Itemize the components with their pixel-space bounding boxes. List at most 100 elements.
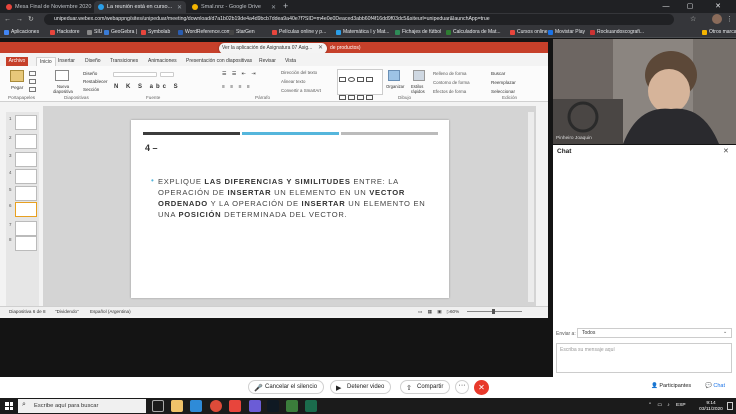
shape-effects-button[interactable]: Efectos de forma bbox=[433, 89, 466, 94]
slide-thumbnail[interactable] bbox=[15, 236, 37, 251]
taskbar-search-box[interactable]: Escribe aquí para buscar bbox=[18, 399, 146, 413]
callout-shape-icon[interactable] bbox=[348, 95, 355, 100]
slide-thumbnail[interactable] bbox=[15, 115, 37, 130]
profile-avatar[interactable] bbox=[712, 14, 722, 24]
cut-icon[interactable] bbox=[29, 71, 36, 76]
slide-thumbnail[interactable] bbox=[15, 202, 37, 217]
unmute-button[interactable]: 🎤 Cancelar el silencio bbox=[248, 380, 325, 394]
slide-thumbnail[interactable] bbox=[15, 186, 37, 201]
windows-start-icon[interactable] bbox=[5, 402, 13, 410]
align-icons[interactable]: ≡ ≡ ≡ ≡ bbox=[222, 84, 252, 90]
line-shape-icon[interactable] bbox=[357, 77, 364, 82]
status-language[interactable]: Español (Argentina) bbox=[90, 307, 131, 316]
chat-close-icon[interactable]: ✕ bbox=[723, 147, 729, 155]
slide-thumbnail[interactable] bbox=[15, 152, 37, 167]
chat-message-input[interactable]: Escriba su mensaje aquí bbox=[556, 343, 732, 373]
tab-close-icon[interactable]: ✕ bbox=[177, 4, 182, 11]
bookmark-item[interactable]: GeoGebra | bbox=[104, 26, 137, 38]
minimize-icon[interactable]: — bbox=[656, 0, 676, 13]
find-button[interactable]: Buscar bbox=[491, 71, 505, 76]
browser-tab[interactable]: Mesa Final de Noviembre 2020 ·✕ bbox=[2, 1, 92, 13]
star-icon[interactable]: ☆ bbox=[690, 13, 696, 26]
list-icons[interactable]: ☰ ☰ ⇤ ⇥ bbox=[222, 71, 258, 77]
shape-fill-button[interactable]: Relleno de forma bbox=[433, 71, 466, 76]
rectangle-shape-icon[interactable] bbox=[339, 77, 346, 82]
share-button[interactable]: ⇧ Compartir bbox=[400, 380, 451, 394]
ribbon-tab[interactable]: Diseño bbox=[85, 57, 101, 66]
send-to-select[interactable]: Todos bbox=[577, 328, 732, 338]
ribbon-tab[interactable]: Transiciones bbox=[110, 57, 138, 66]
browser-tab[interactable]: La reunión está en curso... ✕ bbox=[94, 1, 186, 13]
file-tab[interactable]: Archivo bbox=[6, 57, 28, 66]
ribbon-tab[interactable]: Insertar bbox=[58, 57, 75, 66]
bookmark-item[interactable]: WordReference.com bbox=[178, 26, 231, 38]
star-shape-icon[interactable] bbox=[357, 95, 364, 100]
slide-thumbnail[interactable] bbox=[15, 134, 37, 149]
brace-shape-icon[interactable] bbox=[366, 95, 373, 100]
powerpoint-icon[interactable] bbox=[229, 400, 241, 412]
onenote-icon[interactable] bbox=[249, 400, 261, 412]
zoom-slider-thumb[interactable] bbox=[492, 309, 495, 314]
bookmark-item[interactable]: Cursos online bbox=[510, 26, 548, 38]
font-name-select[interactable] bbox=[113, 72, 157, 77]
ribbon-tab[interactable]: Presentación con diapositivas bbox=[186, 57, 252, 66]
copy-icon[interactable] bbox=[29, 79, 36, 84]
vertical-scrollbar[interactable] bbox=[528, 112, 534, 302]
steam-icon[interactable] bbox=[267, 400, 279, 412]
edge-icon[interactable] bbox=[190, 400, 202, 412]
reset-button[interactable]: Restablecer bbox=[83, 79, 108, 84]
maximize-icon[interactable]: ▢ bbox=[680, 0, 700, 13]
replace-button[interactable]: Reemplazar bbox=[491, 80, 516, 85]
close-window-icon[interactable]: ✕ bbox=[708, 0, 728, 13]
shape-outline-button[interactable]: Contorno de forma bbox=[433, 80, 470, 85]
align-text-button[interactable]: Alinear texto bbox=[281, 79, 305, 84]
bookmark-item[interactable]: Aplicaciones bbox=[4, 26, 39, 38]
task-view-icon[interactable] bbox=[152, 400, 164, 412]
back-icon[interactable]: ← bbox=[4, 13, 11, 26]
slide-thumbnail[interactable] bbox=[15, 221, 37, 236]
tab-close-icon[interactable]: ✕ bbox=[271, 4, 276, 11]
new-slide-icon[interactable] bbox=[55, 70, 69, 81]
url-input[interactable]: unipeduar.webex.com/webappng/sites/unipe… bbox=[44, 14, 674, 25]
bookmark-item[interactable]: StarGen bbox=[229, 26, 255, 38]
taskbar-clock[interactable]: 9:14 03/11/2020 bbox=[696, 399, 726, 413]
shapes-gallery[interactable] bbox=[337, 69, 383, 100]
participants-button[interactable]: 👤 Participantes bbox=[651, 383, 691, 389]
bookmark-item[interactable]: SIU bbox=[87, 26, 102, 38]
arrange-icon[interactable] bbox=[388, 70, 400, 81]
bookmark-item[interactable]: Otros marcadores bbox=[702, 26, 736, 38]
format-painter-icon[interactable] bbox=[29, 87, 36, 92]
forward-icon[interactable]: → bbox=[16, 13, 23, 26]
bookmark-item[interactable]: Matemática I y Mat... bbox=[336, 26, 389, 38]
more-options-button[interactable]: ··· bbox=[455, 380, 469, 394]
layout-button[interactable]: Diseño bbox=[83, 71, 97, 76]
view-buttons-icons[interactable]: ▭ ▦ ▣ ▷ bbox=[418, 307, 452, 316]
section-button[interactable]: Sección bbox=[83, 87, 99, 92]
new-tab-button[interactable]: + bbox=[283, 1, 288, 11]
triangle-shape-icon[interactable] bbox=[339, 95, 346, 100]
ribbon-tab[interactable]: Revisar bbox=[259, 57, 276, 66]
bookmark-item[interactable]: Hackstore bbox=[50, 26, 80, 38]
stop-video-button[interactable]: ▶ Detener video bbox=[330, 380, 392, 394]
bookmark-item[interactable]: Symbolab bbox=[141, 26, 170, 38]
file-explorer-icon[interactable] bbox=[171, 400, 183, 412]
bookmark-item[interactable]: Calculadora de Mat... bbox=[446, 26, 501, 38]
oval-shape-icon[interactable] bbox=[348, 77, 355, 82]
quick-styles-icon[interactable] bbox=[413, 70, 425, 81]
arrow-shape-icon[interactable] bbox=[366, 77, 373, 82]
slide-thumbnail[interactable] bbox=[15, 169, 37, 184]
bookmark-item[interactable]: Películas online y p... bbox=[272, 26, 326, 38]
chat-toggle-button[interactable]: 💬 Chat bbox=[705, 383, 725, 389]
bookmark-item[interactable]: Fichajes de fútbol bbox=[395, 26, 441, 38]
bookmark-item[interactable]: Rockuandoscografi... bbox=[590, 26, 644, 38]
menu-icon[interactable]: ⋮ bbox=[726, 13, 733, 26]
bookmark-item[interactable]: Movistar Play bbox=[548, 26, 585, 38]
end-meeting-button[interactable]: ✕ bbox=[474, 380, 489, 395]
browser-tab[interactable]: Smal.nnz - Google Drive ✕ bbox=[188, 1, 280, 13]
select-button[interactable]: Seleccionar bbox=[491, 89, 515, 94]
paste-icon[interactable] bbox=[10, 70, 24, 82]
ribbon-tab[interactable]: Animaciones bbox=[148, 57, 177, 66]
language-indicator[interactable]: ESP bbox=[676, 399, 686, 413]
text-direction-button[interactable]: Dirección del texto bbox=[281, 70, 317, 75]
font-format-icons[interactable]: N K S abc S bbox=[114, 84, 181, 90]
